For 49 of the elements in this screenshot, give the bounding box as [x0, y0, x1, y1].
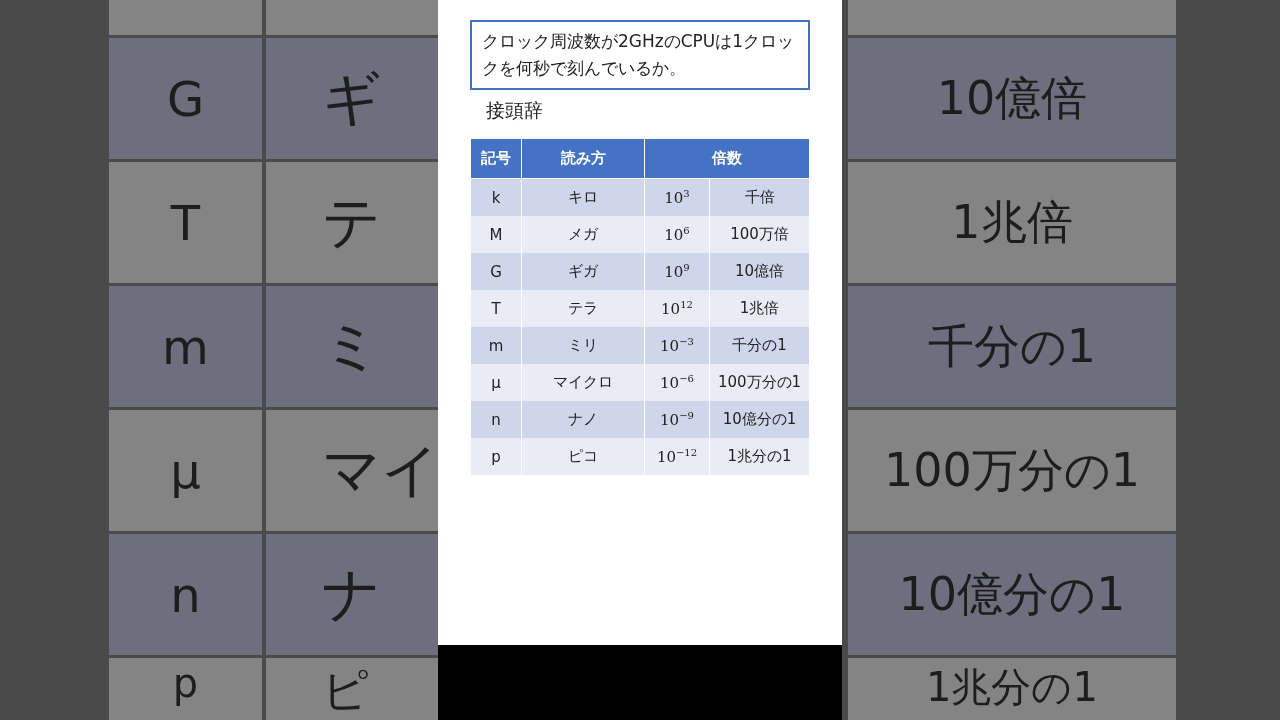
table-cell: 100万倍: [709, 216, 810, 254]
table-cell: G: [470, 253, 522, 291]
table-cell: k: [470, 178, 522, 217]
backdrop-symbol: T: [109, 162, 262, 283]
column-header: 記号: [470, 138, 522, 179]
table-cell: T: [470, 290, 522, 328]
backdrop-multiple: 1兆倍: [848, 162, 1176, 283]
table-cell: ミリ: [521, 327, 645, 365]
table-cell: 10$^{3}$: [644, 178, 710, 217]
table-cell: 100万分の1: [709, 364, 810, 402]
table-cell: 10$^{−12}$: [644, 438, 710, 476]
table-cell: 10億分の1: [709, 401, 810, 439]
table-cell: メガ: [521, 216, 645, 254]
table-cell: 千倍: [709, 178, 810, 217]
table-cell: 10億倍: [709, 253, 810, 291]
backdrop-multiple: 千分の1: [848, 286, 1176, 407]
question-text: クロック周波数が2GHzのCPUは1クロックを何秒で刻んでいるか。: [470, 20, 810, 91]
backdrop-symbol: m: [109, 286, 262, 407]
backdrop-multiple: 10億分の1: [848, 534, 1176, 655]
table-cell: m: [470, 327, 522, 365]
slide-heading: 接頭辞: [486, 98, 544, 124]
table-cell: p: [470, 438, 522, 476]
table-cell: キロ: [521, 178, 645, 217]
column-header: 倍数: [644, 138, 810, 179]
table-cell: 1兆倍: [709, 290, 810, 328]
table-cell: 1兆分の1: [709, 438, 810, 476]
table-cell: ナノ: [521, 401, 645, 439]
backdrop-multiple: 1兆分の1: [848, 658, 1176, 720]
table-cell: マイクロ: [521, 364, 645, 402]
table-cell: 10$^{12}$: [644, 290, 710, 328]
table-cell: 10$^{−9}$: [644, 401, 710, 439]
table-cell: 10$^{−3}$: [644, 327, 710, 365]
table-cell: n: [470, 401, 522, 439]
backdrop-symbol: μ: [109, 410, 262, 531]
column-header: 読み方: [521, 138, 645, 179]
backdrop-symbol: p: [109, 658, 262, 720]
table-cell: テラ: [521, 290, 645, 328]
table-cell: 10$^{−6}$: [644, 364, 710, 402]
backdrop-multiple: 10億倍: [848, 38, 1176, 159]
backdrop-symbol: G: [109, 38, 262, 159]
table-cell: 千分の1: [709, 327, 810, 365]
table-cell: 10$^{6}$: [644, 216, 710, 254]
table-cell: ピコ: [521, 438, 645, 476]
table-cell: 10$^{9}$: [644, 253, 710, 291]
table-cell: ギガ: [521, 253, 645, 291]
backdrop-symbol: n: [109, 534, 262, 655]
backdrop-multiple: 100万分の1: [848, 410, 1176, 531]
table-cell: μ: [470, 364, 522, 402]
table-cell: M: [470, 216, 522, 254]
